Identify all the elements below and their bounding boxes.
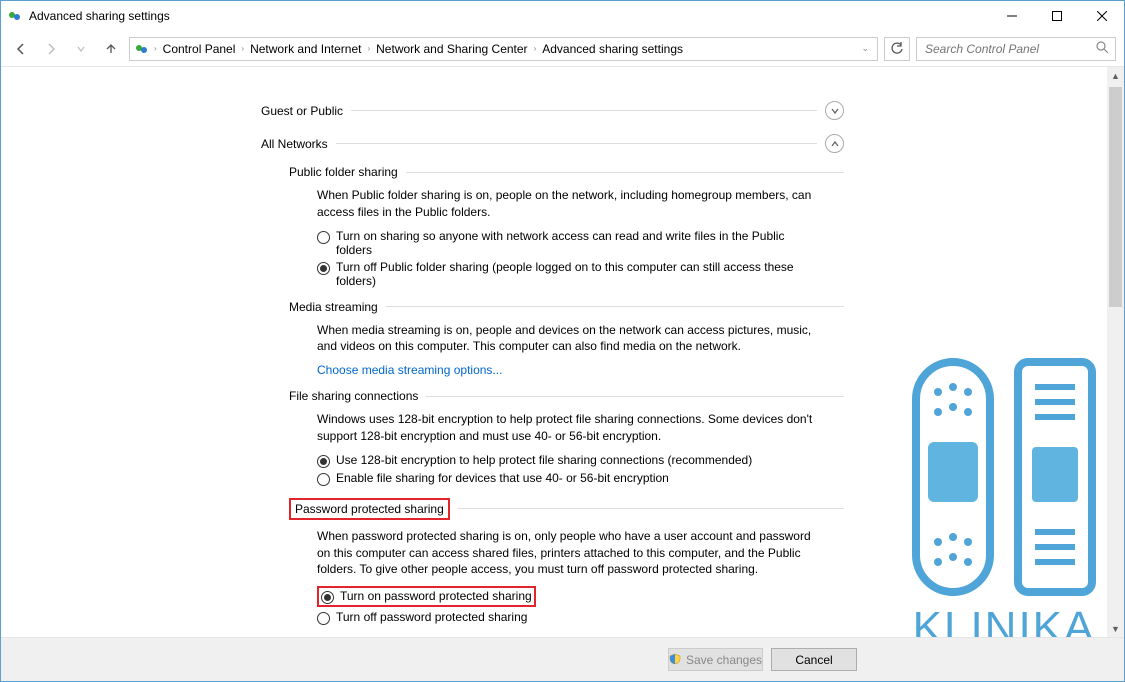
cancel-button[interactable]: Cancel [771, 648, 857, 671]
description: Windows uses 128-bit encryption to help … [317, 411, 817, 445]
media-options-link[interactable]: Choose media streaming options... [317, 363, 844, 377]
radio-icon [321, 591, 334, 604]
scrollbar[interactable]: ▲ ▼ [1107, 67, 1124, 637]
divider [426, 396, 844, 397]
button-label: Save changes [686, 653, 762, 667]
subsection-heading: File sharing connections [289, 389, 418, 403]
section-all-networks[interactable]: All Networks [261, 134, 844, 153]
shield-icon [669, 653, 682, 666]
subsection-public-folder: Public folder sharing When Public folder… [289, 165, 844, 288]
recent-dropdown-icon[interactable] [69, 37, 93, 61]
navbar: › Control Panel › Network and Internet ›… [1, 31, 1124, 67]
radio-icon [317, 455, 330, 468]
breadcrumb[interactable]: › Control Panel › Network and Internet ›… [129, 37, 878, 61]
scroll-down-icon[interactable]: ▼ [1107, 620, 1124, 637]
divider [351, 110, 817, 111]
section-guest-public[interactable]: Guest or Public [261, 101, 844, 120]
chevron-right-icon: › [532, 44, 539, 53]
chevron-down-icon[interactable] [825, 101, 844, 120]
control-panel-icon [134, 41, 150, 57]
chevron-right-icon: › [365, 44, 372, 53]
subsection-file-connections: File sharing connections Windows uses 12… [289, 389, 844, 486]
description: When media streaming is on, people and d… [317, 322, 817, 356]
radio-128bit[interactable]: Use 128-bit encryption to help protect f… [317, 453, 817, 468]
divider [406, 172, 844, 173]
radio-icon [317, 262, 330, 275]
radio-4056bit[interactable]: Enable file sharing for devices that use… [317, 471, 817, 486]
crumb-control-panel[interactable]: Control Panel [161, 42, 238, 56]
control-panel-icon [7, 8, 23, 24]
subsection-heading: Public folder sharing [289, 165, 398, 179]
radio-label: Turn off Public folder sharing (people l… [336, 260, 817, 288]
chevron-right-icon: › [152, 44, 159, 53]
window-title: Advanced sharing settings [29, 9, 170, 23]
refresh-button[interactable] [884, 37, 910, 61]
crumb-sharing-center[interactable]: Network and Sharing Center [374, 42, 529, 56]
up-button[interactable] [99, 37, 123, 61]
minimize-button[interactable] [989, 1, 1034, 31]
crumb-advanced-sharing[interactable]: Advanced sharing settings [540, 42, 685, 56]
radio-password-on[interactable]: Turn on password protected sharing [321, 589, 532, 604]
section-label: All Networks [261, 137, 328, 151]
chevron-up-icon[interactable] [825, 134, 844, 153]
radio-label: Enable file sharing for devices that use… [336, 471, 669, 485]
search-icon [1096, 41, 1109, 57]
breadcrumb-dropdown-icon[interactable]: ⌄ [857, 43, 873, 54]
section-label: Guest or Public [261, 104, 343, 118]
subsection-heading: Media streaming [289, 300, 378, 314]
radio-icon [317, 231, 330, 244]
search-input[interactable] [923, 41, 1096, 57]
chevron-right-icon: › [239, 44, 246, 53]
maximize-button[interactable] [1034, 1, 1079, 31]
save-button[interactable]: Save changes [668, 648, 763, 671]
radio-icon [317, 473, 330, 486]
divider [458, 508, 844, 509]
radio-public-on[interactable]: Turn on sharing so anyone with network a… [317, 229, 817, 257]
forward-button[interactable] [39, 37, 63, 61]
scroll-thumb[interactable] [1109, 87, 1122, 307]
subsection-password-sharing: Password protected sharing When password… [289, 498, 844, 625]
button-label: Cancel [795, 653, 832, 667]
radio-password-off[interactable]: Turn off password protected sharing [317, 610, 817, 625]
footer: Save changes Cancel [1, 637, 1124, 681]
content-area: ▲ ▼ Guest or Public All Networks [1, 67, 1124, 637]
divider [336, 143, 817, 144]
subsection-heading: Password protected sharing [295, 502, 444, 516]
divider [386, 306, 844, 307]
highlighted-option: Turn on password protected sharing [317, 586, 536, 607]
highlighted-heading: Password protected sharing [289, 498, 450, 520]
titlebar: Advanced sharing settings [1, 1, 1124, 31]
search-box[interactable] [916, 37, 1116, 61]
crumb-network-internet[interactable]: Network and Internet [248, 42, 363, 56]
radio-label: Turn on password protected sharing [340, 589, 532, 603]
subsection-media-streaming: Media streaming When media streaming is … [289, 300, 844, 378]
close-button[interactable] [1079, 1, 1124, 31]
scroll-up-icon[interactable]: ▲ [1107, 67, 1124, 84]
radio-label: Use 128-bit encryption to help protect f… [336, 453, 752, 467]
radio-label: Turn off password protected sharing [336, 610, 527, 624]
description: When Public folder sharing is on, people… [317, 187, 817, 221]
back-button[interactable] [9, 37, 33, 61]
radio-label: Turn on sharing so anyone with network a… [336, 229, 817, 257]
description: When password protected sharing is on, o… [317, 528, 817, 578]
radio-icon [317, 612, 330, 625]
radio-public-off[interactable]: Turn off Public folder sharing (people l… [317, 260, 817, 288]
